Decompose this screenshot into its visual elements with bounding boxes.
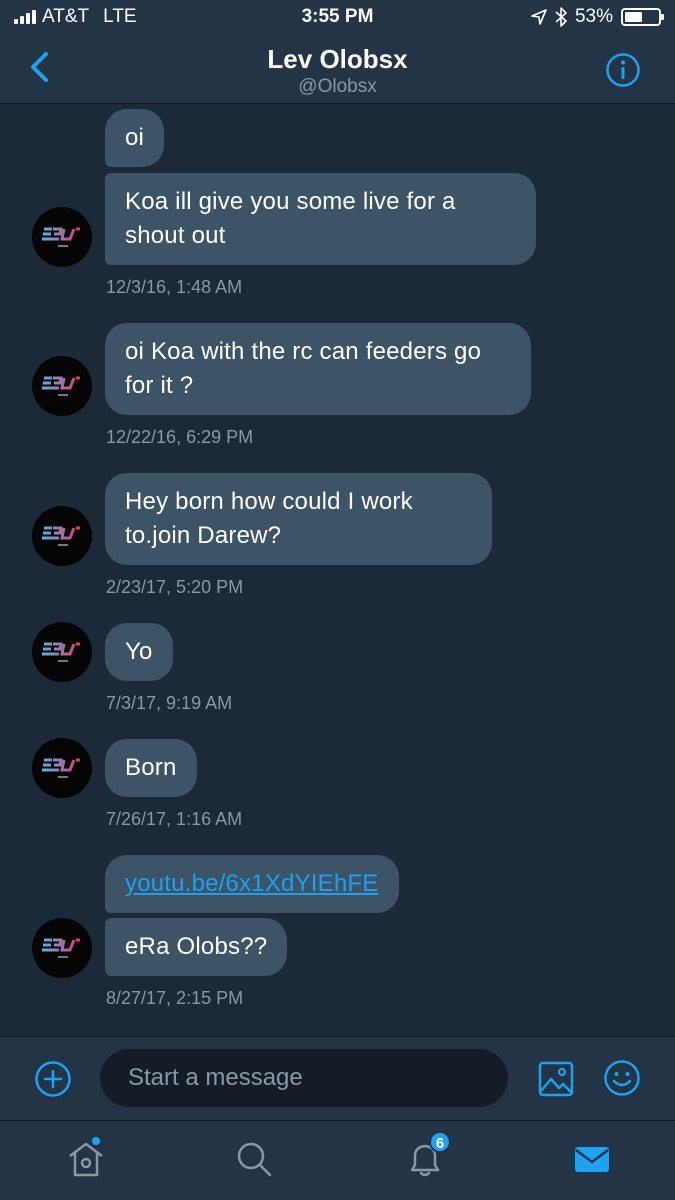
add-plus-icon[interactable] <box>34 1060 72 1098</box>
image-icon[interactable] <box>538 1061 574 1097</box>
avatar[interactable] <box>32 356 92 416</box>
message-timestamp: 2/23/17, 5:20 PM <box>106 577 244 597</box>
tab-home[interactable] <box>66 1135 106 1179</box>
message-bubble[interactable]: Koa ill give you some live for a shout o… <box>105 173 536 265</box>
conversation-header: Lev Olobsx @Olobsx <box>0 36 675 104</box>
message-bubble[interactable]: Hey born how could I work to.join Darew? <box>105 473 492 565</box>
avatar[interactable] <box>32 918 92 978</box>
message-timestamp: 7/26/17, 1:16 AM <box>106 809 243 829</box>
status-bar: AT&T LTE 3:55 PM 53% <box>0 0 675 36</box>
tab-messages[interactable] <box>572 1139 612 1179</box>
bottom-tab-bar: 6 <box>0 1120 675 1200</box>
location-arrow-icon <box>531 9 547 25</box>
lev-logo-icon <box>42 938 80 958</box>
search-icon <box>237 1142 272 1177</box>
message-input[interactable] <box>100 1049 508 1107</box>
message-timestamp: 12/3/16, 1:48 AM <box>106 277 243 297</box>
emoji-icon[interactable] <box>603 1059 641 1097</box>
conversation-title: Lev Olobsx <box>267 44 408 74</box>
message-bubble[interactable]: oi <box>105 109 165 167</box>
message-timestamp: 8/27/17, 2:15 PM <box>106 988 244 1008</box>
lev-logo-icon <box>42 758 80 778</box>
info-icon[interactable] <box>605 52 641 88</box>
lev-logo-icon <box>42 526 80 546</box>
message-timestamp: 7/3/17, 9:19 AM <box>106 693 233 713</box>
message-bubble[interactable]: Born <box>105 739 197 797</box>
home-badge-dot <box>90 1135 102 1147</box>
avatar[interactable] <box>32 506 92 566</box>
message-bubble[interactable]: oi Koa with the rc can feeders go for it… <box>105 323 531 415</box>
mail-icon <box>575 1147 609 1172</box>
notifications-badge: 6 <box>429 1131 451 1153</box>
link-bubble[interactable]: youtu.be/6x1XdYIEhFE <box>105 855 399 913</box>
conversation-thread[interactable]: oi Koa ill give you some live for a shou… <box>0 104 675 1036</box>
battery-fill <box>625 12 642 22</box>
tab-notifications[interactable]: 6 <box>405 1131 451 1179</box>
message-composer <box>0 1036 675 1120</box>
message-bubble[interactable]: Yo <box>105 623 173 681</box>
status-right: 53% <box>531 6 664 28</box>
conversation-handle: @Olobsx <box>298 76 377 97</box>
avatar[interactable] <box>32 738 92 798</box>
avatar[interactable] <box>32 622 92 682</box>
message-timestamp: 12/22/16, 6:29 PM <box>106 427 254 447</box>
lev-logo-icon <box>42 642 80 662</box>
avatar[interactable] <box>32 207 92 267</box>
message-bubble[interactable]: eRa Olobs?? <box>105 918 288 976</box>
lev-logo-icon <box>42 227 80 247</box>
youtube-link[interactable]: youtu.be/6x1XdYIEhFE <box>125 870 379 897</box>
battery-icon <box>621 8 664 26</box>
bluetooth-icon <box>555 7 567 27</box>
lev-logo-icon <box>42 376 80 396</box>
battery-percent: 53% <box>574 6 613 27</box>
tab-search[interactable] <box>234 1139 274 1179</box>
